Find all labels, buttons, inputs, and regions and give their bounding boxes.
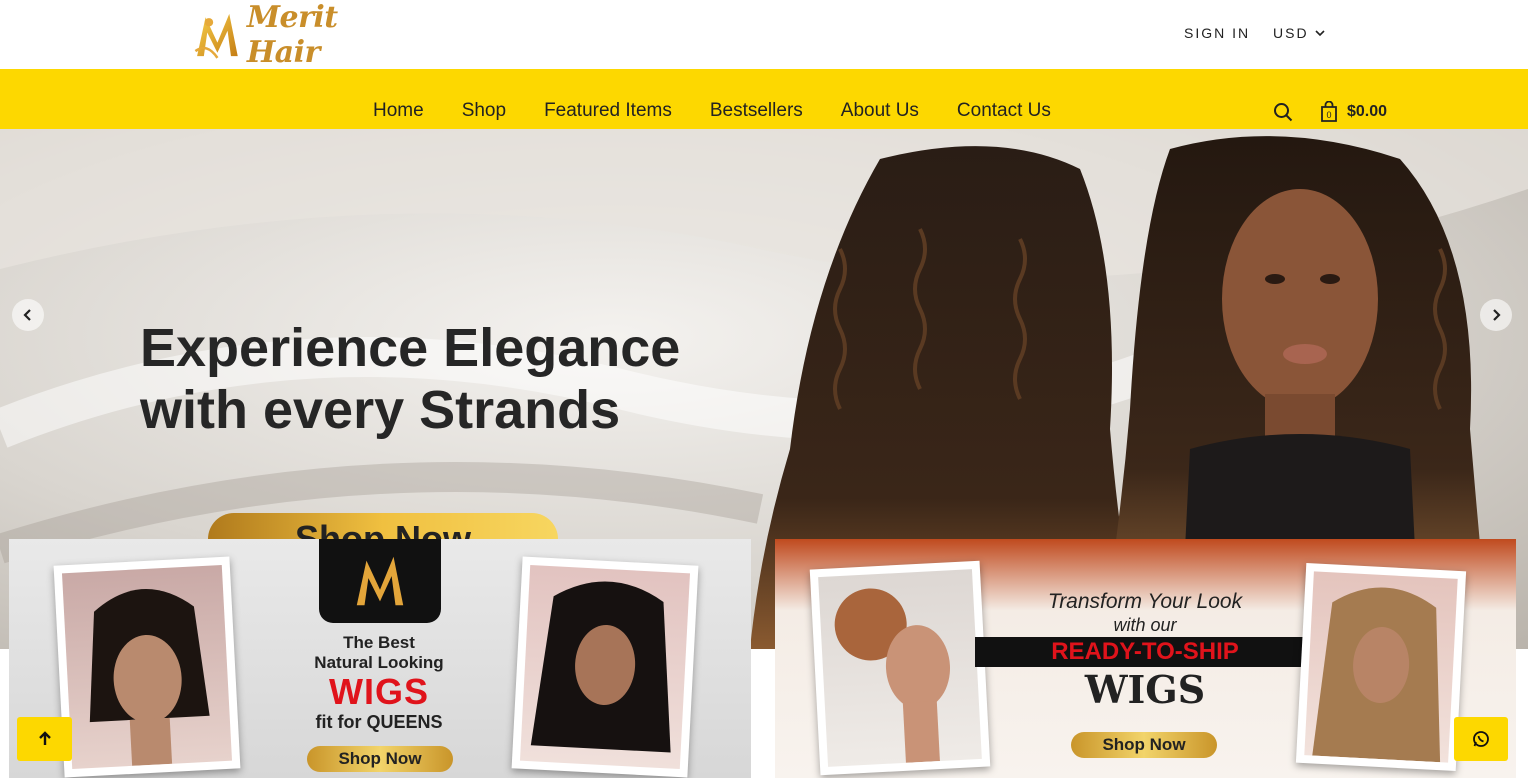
promo-line4: fit for QUEENS bbox=[315, 712, 443, 732]
currency-selector[interactable]: USD bbox=[1273, 25, 1325, 41]
promo2-shop-now-button[interactable]: Shop Now bbox=[1071, 732, 1217, 758]
hero-headline-line1: Experience Elegance bbox=[140, 318, 681, 378]
top-bar: Merit Hair SIGN IN USD bbox=[0, 0, 1530, 70]
nav-item-featured-items[interactable]: Featured Items bbox=[544, 99, 672, 123]
promo-banner-natural-wigs[interactable]: The Best Natural Looking WIGS fit for QU… bbox=[9, 539, 751, 778]
hero-headline-line2: with every Strands bbox=[140, 380, 621, 440]
promo-photo-curly-puff bbox=[809, 560, 991, 776]
nav-links: Home Shop Featured Items Bestsellers Abo… bbox=[373, 99, 1089, 123]
sign-in-link[interactable]: SIGN IN bbox=[1184, 25, 1250, 41]
chevron-left-icon bbox=[23, 309, 31, 321]
chevron-right-icon bbox=[1493, 309, 1501, 321]
curly-wig-image bbox=[834, 588, 951, 763]
promo2-line1: Transform Your Look bbox=[1047, 590, 1243, 613]
promo2-line4: WIGS bbox=[1084, 667, 1206, 712]
promo-line3: WIGS bbox=[329, 671, 429, 712]
whatsapp-icon bbox=[1473, 731, 1489, 747]
promo2-line3: READY-TO-SHIP bbox=[975, 637, 1315, 667]
logo-mark-icon bbox=[356, 556, 404, 606]
nav-item-home[interactable]: Home bbox=[373, 99, 424, 123]
slider-prev-button[interactable] bbox=[12, 299, 44, 331]
nav-item-about-us[interactable]: About Us bbox=[841, 99, 919, 123]
promo-shop-now-button[interactable]: Shop Now bbox=[307, 746, 453, 772]
nav-item-bestsellers[interactable]: Bestsellers bbox=[710, 99, 803, 123]
hero-headline: Experience Elegance with every Strands bbox=[140, 317, 680, 441]
promo-brand-badge bbox=[319, 539, 441, 623]
promo-line1: The Best bbox=[343, 633, 415, 652]
search-icon[interactable] bbox=[1273, 102, 1293, 122]
promo-photo-long-braids bbox=[1295, 562, 1467, 772]
arrow-up-icon bbox=[38, 731, 51, 745]
shopping-bag-icon[interactable]: 0 bbox=[1319, 101, 1339, 123]
main-nav: Home Shop Featured Items Bestsellers Abo… bbox=[0, 69, 1528, 129]
whatsapp-chat-button[interactable] bbox=[1454, 717, 1508, 761]
chevron-down-icon bbox=[1314, 30, 1325, 37]
promo2-line2: with our bbox=[1113, 615, 1177, 635]
currency-label: USD bbox=[1273, 25, 1309, 41]
nav-item-shop[interactable]: Shop bbox=[462, 99, 506, 123]
logo-mark-icon bbox=[194, 13, 238, 59]
back-to-top-button[interactable] bbox=[17, 717, 72, 761]
promo-photo-box-braids bbox=[511, 556, 699, 778]
promo-copy: The Best Natural Looking WIGS fit for QU… bbox=[279, 633, 479, 733]
site-logo[interactable]: Merit Hair bbox=[192, 0, 394, 70]
promo-line2: Natural Looking bbox=[314, 653, 444, 672]
long-braid-wig-image bbox=[1312, 587, 1441, 763]
box-braid-wig-image bbox=[530, 581, 671, 753]
slider-next-button[interactable] bbox=[1480, 299, 1512, 331]
braided-wig-image bbox=[89, 589, 210, 766]
nav-utility: 0 $0.00 bbox=[1273, 101, 1387, 123]
cart-total[interactable]: $0.00 bbox=[1347, 103, 1387, 121]
promo-banner-ready-to-ship[interactable]: Transform Your Look with our READY-TO-SH… bbox=[775, 539, 1516, 778]
cart-count: 0 bbox=[1326, 110, 1331, 120]
promo-photo-braided-bob bbox=[53, 556, 241, 778]
nav-item-contact-us[interactable]: Contact Us bbox=[957, 99, 1051, 123]
logo-wordmark: Merit Hair bbox=[246, 0, 338, 70]
promo-copy-2: Transform Your Look with our READY-TO-SH… bbox=[975, 589, 1315, 713]
